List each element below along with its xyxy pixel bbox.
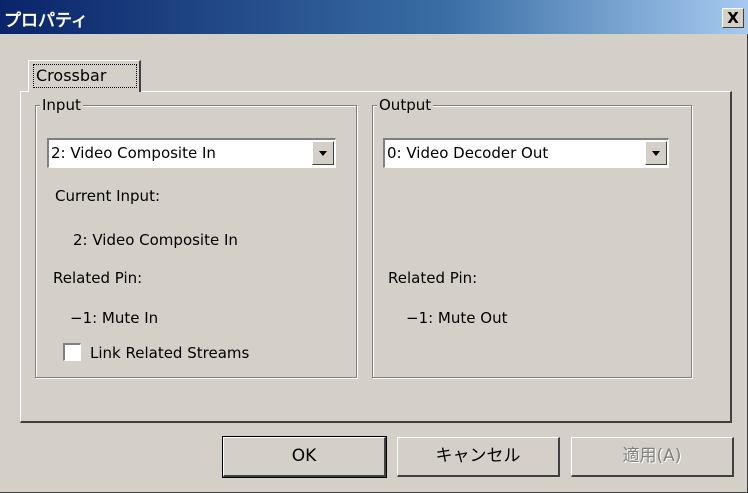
tab-crossbar-label: Crossbar xyxy=(33,64,137,88)
link-related-streams-label[interactable]: Link Related Streams xyxy=(90,344,249,362)
close-icon[interactable]: X xyxy=(722,8,744,28)
link-related-streams-checkbox[interactable] xyxy=(63,343,81,361)
input-select[interactable]: 2: Video Composite In xyxy=(47,138,336,168)
input-related-pin-value: −1: Mute In xyxy=(70,309,159,327)
tab-crossbar[interactable]: Crossbar xyxy=(28,60,141,92)
input-related-pin-label: Related Pin: xyxy=(53,269,143,287)
title-bar[interactable]: プロパティ X xyxy=(0,0,748,34)
ok-button[interactable]: OK xyxy=(222,436,387,478)
input-group-label: Input xyxy=(40,96,83,114)
output-select-value: 0: Video Decoder Out xyxy=(387,144,549,162)
input-select-value: 2: Video Composite In xyxy=(51,144,216,162)
output-related-pin-value: −1: Mute Out xyxy=(406,309,508,327)
window-title: プロパティ xyxy=(4,11,88,31)
apply-button[interactable]: 適用(A) xyxy=(571,437,734,477)
output-select[interactable]: 0: Video Decoder Out xyxy=(383,138,669,168)
cancel-button[interactable]: キャンセル xyxy=(397,437,560,477)
chevron-down-icon[interactable] xyxy=(312,141,334,165)
current-input-value: 2: Video Composite In xyxy=(73,231,238,249)
current-input-label: Current Input: xyxy=(55,187,160,205)
properties-dialog: プロパティ X Crossbar Input 2: Video Composit… xyxy=(0,0,748,493)
crossbar-panel: Input 2: Video Composite In Current Inpu… xyxy=(20,91,732,423)
chevron-down-icon[interactable] xyxy=(645,141,667,165)
output-group: Output 0: Video Decoder Out Related Pin:… xyxy=(372,96,692,378)
output-group-label: Output xyxy=(377,96,434,114)
output-related-pin-label: Related Pin: xyxy=(388,269,478,287)
input-group: Input 2: Video Composite In Current Inpu… xyxy=(35,96,357,378)
